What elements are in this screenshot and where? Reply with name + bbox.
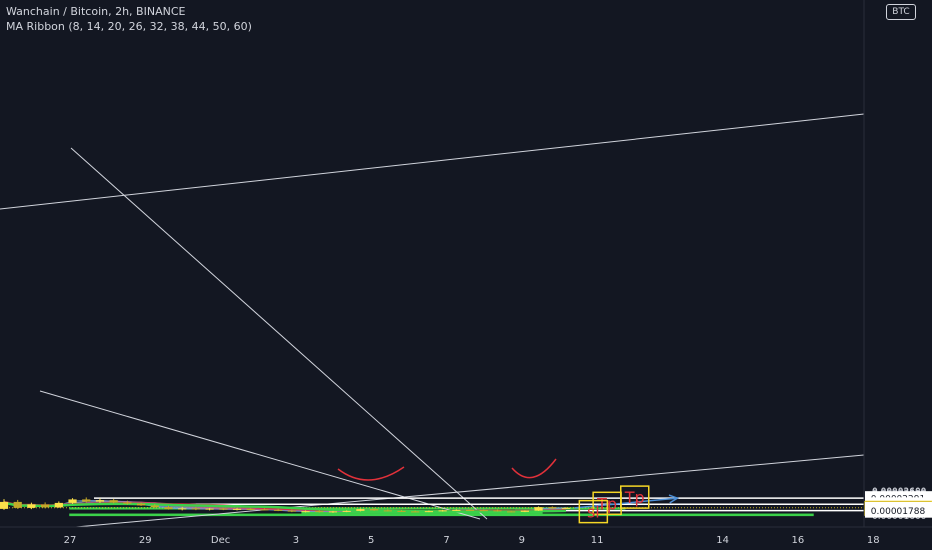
price-labels-layer: 0.000022910.000020440.0000190401:22:430.… — [864, 491, 932, 518]
indicator-label: MA Ribbon (8, 14, 20, 26, 32, 38, 44, 50… — [6, 20, 252, 33]
x-tick-label: 18 — [867, 535, 880, 546]
price-chart[interactable]: TpTpsl 0.000026000.000025500.000025000.0… — [0, 0, 932, 550]
candle-body-24 — [328, 511, 338, 513]
candle-body-4 — [54, 502, 63, 508]
x-tick-label: 9 — [519, 535, 525, 546]
candle-body-39 — [534, 507, 543, 511]
candle-body-0 — [0, 501, 9, 509]
candle-body-16 — [219, 508, 228, 510]
candle-body-10 — [136, 503, 146, 506]
candle-body-21 — [287, 510, 296, 512]
candle-body-23 — [315, 511, 324, 513]
candle-body-12 — [164, 507, 173, 510]
candle-body-20 — [274, 509, 283, 511]
candle-body-25 — [342, 510, 351, 512]
price-label-5: 0.00001788 — [871, 507, 926, 517]
x-tick-label: 7 — [443, 535, 449, 546]
chart-background — [0, 0, 932, 550]
annotation-label-2: sl — [587, 503, 600, 522]
candle-body-6 — [82, 499, 91, 502]
candle-body-41 — [561, 507, 571, 509]
x-tick-label: 27 — [64, 535, 77, 546]
x-tick-label: Dec — [211, 535, 230, 546]
candle-body-8 — [109, 500, 118, 503]
candle-body-13 — [178, 508, 187, 510]
candle-body-26 — [356, 509, 365, 511]
candle-body-33 — [452, 509, 461, 511]
candle-body-14 — [191, 508, 201, 510]
candle-body-29 — [397, 510, 406, 512]
candle-body-19 — [260, 509, 269, 511]
candle-body-35 — [479, 510, 488, 512]
x-tick-label: 16 — [792, 535, 805, 546]
chart-title: Wanchain / Bitcoin, 2h, BINANCE — [6, 5, 186, 18]
candle-body-1 — [13, 501, 22, 508]
candle-body-30 — [411, 511, 420, 513]
x-tick-label: 11 — [591, 535, 604, 546]
candle-body-3 — [41, 504, 50, 508]
x-tick-label: 3 — [293, 535, 299, 546]
candle-body-7 — [95, 500, 105, 502]
candle-body-37 — [507, 511, 516, 513]
x-tick-label: 14 — [716, 535, 729, 546]
candle-body-15 — [205, 508, 214, 510]
candle-body-17 — [232, 508, 242, 510]
currency-badge[interactable]: BTC — [886, 4, 916, 20]
candle-body-2 — [27, 504, 36, 508]
x-tick-label: 29 — [139, 535, 152, 546]
candle-body-40 — [548, 507, 557, 509]
zone-2 — [69, 513, 814, 517]
candle-body-9 — [123, 502, 132, 504]
x-tick-label: 5 — [368, 535, 374, 546]
candle-body-27 — [369, 509, 379, 511]
candle-body-34 — [465, 509, 475, 511]
candle-body-22 — [301, 511, 310, 513]
candle-body-18 — [246, 508, 255, 510]
candle-body-28 — [383, 510, 392, 512]
candle-body-31 — [424, 511, 434, 513]
candle-body-36 — [493, 510, 502, 512]
candle-body-38 — [520, 510, 529, 512]
candle-body-11 — [150, 505, 159, 508]
candle-body-5 — [68, 499, 77, 503]
candle-body-32 — [438, 510, 447, 512]
annotation-label-0: Tp — [624, 488, 645, 507]
